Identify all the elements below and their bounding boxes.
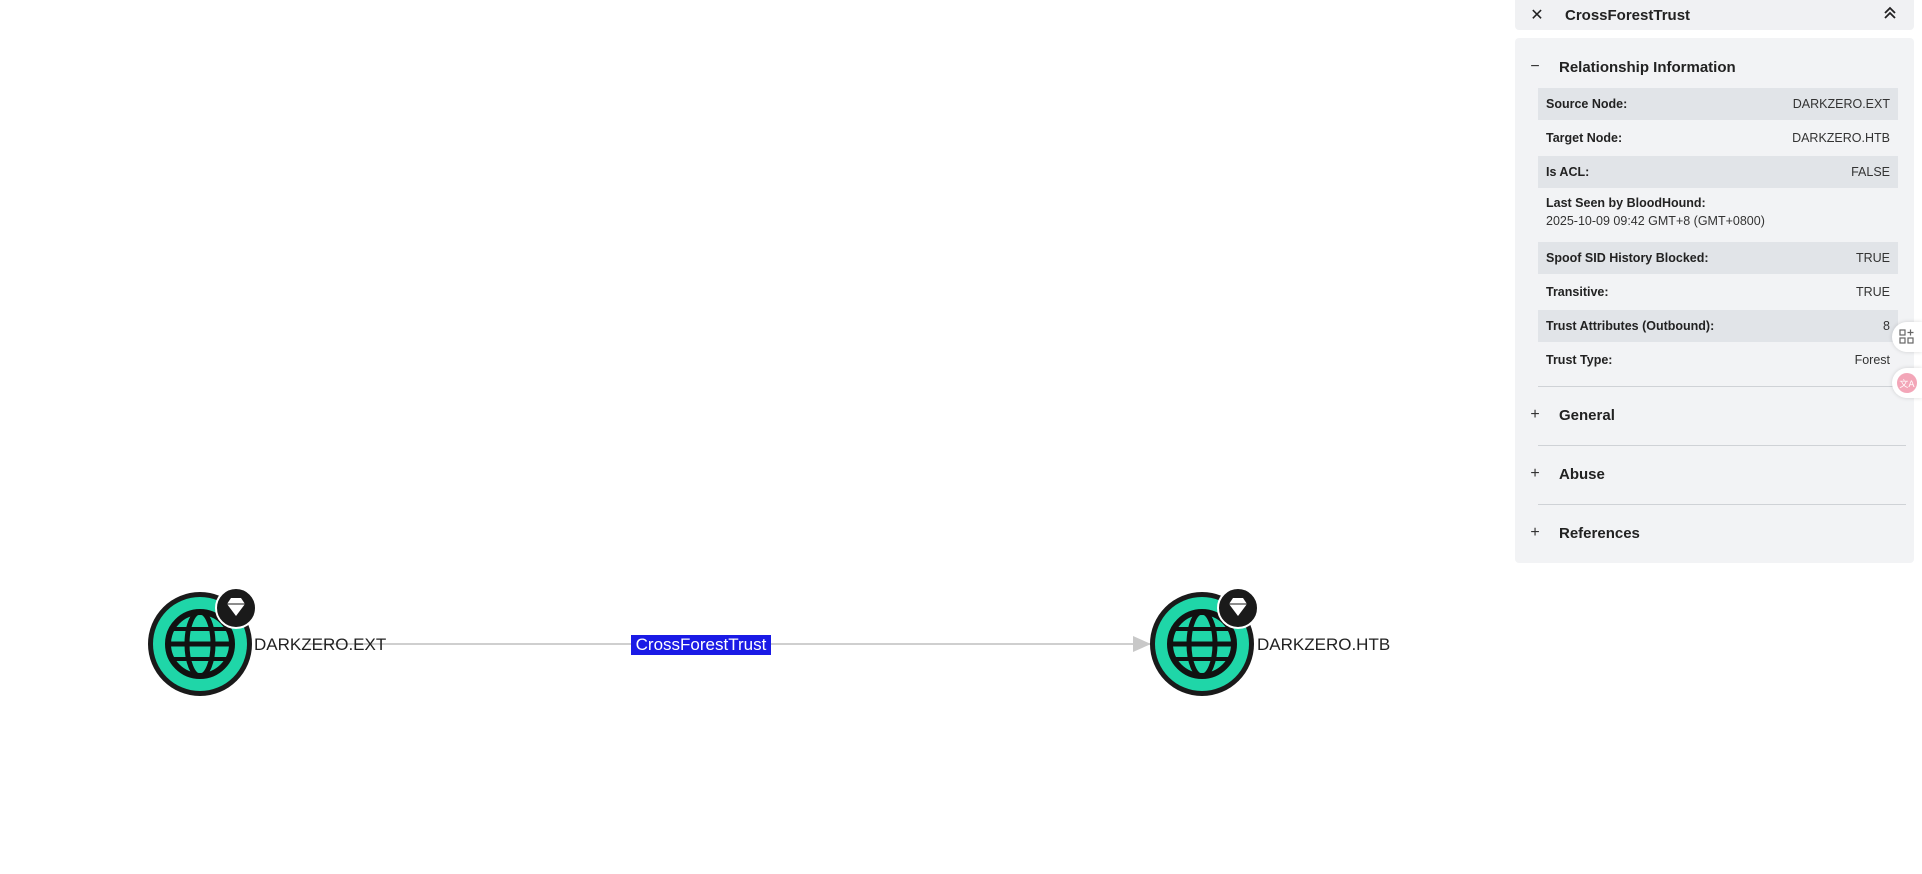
prop-key: Transitive:: [1546, 285, 1609, 299]
grid-add-icon[interactable]: [1892, 322, 1922, 352]
section-label: Relationship Information: [1559, 58, 1736, 76]
prop-value: 8: [1883, 319, 1890, 333]
prop-key: Source Node:: [1546, 97, 1628, 111]
prop-trust-attributes: Trust Attributes (Outbound): 8: [1538, 310, 1898, 342]
section-references[interactable]: + References: [1515, 513, 1914, 553]
edge-crossforesttrust[interactable]: CrossForestTrust: [305, 635, 1151, 655]
prop-source-node: Source Node: DARKZERO.EXT: [1538, 88, 1898, 120]
edge-label[interactable]: CrossForestTrust: [636, 635, 767, 654]
prop-transitive: Transitive: TRUE: [1538, 276, 1898, 308]
prop-key: Is ACL:: [1546, 165, 1590, 179]
prop-spoof-sid: Spoof SID History Blocked: TRUE: [1538, 242, 1898, 274]
section-label: Abuse: [1559, 465, 1605, 483]
graph-canvas[interactable]: CrossForestTrust DARKZERO.EXT DARKZERO.H…: [0, 0, 1500, 874]
prop-value: TRUE: [1855, 285, 1890, 299]
divider: [1538, 386, 1906, 387]
translate-icon[interactable]: 文A: [1892, 368, 1922, 398]
divider: [1538, 504, 1906, 505]
plus-icon: +: [1530, 406, 1540, 423]
node-label-source: DARKZERO.EXT: [254, 635, 386, 654]
prop-value: Forest: [1854, 353, 1890, 367]
prop-value: TRUE: [1855, 251, 1890, 265]
panel-header: ✕ CrossForestTrust: [1515, 0, 1914, 30]
plus-icon: +: [1530, 524, 1540, 541]
section-general[interactable]: + General: [1515, 395, 1914, 435]
svg-text:文A: 文A: [1899, 378, 1915, 390]
prop-last-seen: Last Seen by BloodHound: 2025-10-09 09:4…: [1538, 190, 1898, 240]
section-label: General: [1559, 406, 1615, 424]
node-source[interactable]: DARKZERO.EXT: [148, 587, 386, 696]
prop-value: DARKZERO.HTB: [1792, 131, 1890, 145]
prop-key: Target Node:: [1546, 131, 1623, 145]
prop-value: 2025-10-09 09:42 GMT+8 (GMT+0800): [1546, 214, 1765, 228]
panel-title: CrossForestTrust: [1565, 6, 1691, 24]
prop-key: Spoof SID History Blocked:: [1546, 251, 1709, 265]
divider: [1538, 445, 1906, 446]
close-icon[interactable]: ✕: [1527, 5, 1547, 25]
minus-icon: −: [1530, 58, 1540, 75]
section-label: References: [1559, 524, 1640, 542]
section-relationship-info[interactable]: − Relationship Information: [1515, 47, 1914, 87]
prop-key: Last Seen by BloodHound:: [1546, 196, 1706, 210]
prop-key: Trust Type:: [1546, 353, 1613, 367]
gem-icon: [1217, 587, 1259, 629]
prop-key: Trust Attributes (Outbound):: [1546, 319, 1715, 333]
prop-is-acl: Is ACL: FALSE: [1538, 156, 1898, 188]
node-label-target: DARKZERO.HTB: [1257, 635, 1390, 654]
prop-trust-type: Trust Type: Forest: [1538, 344, 1898, 376]
prop-target-node: Target Node: DARKZERO.HTB: [1538, 122, 1898, 154]
prop-value: DARKZERO.EXT: [1792, 97, 1890, 111]
edge-info-panel: − Relationship Information Source Node: …: [1515, 38, 1914, 563]
double-chevron-up-icon[interactable]: [1880, 6, 1900, 25]
node-target[interactable]: DARKZERO.HTB: [1150, 587, 1390, 696]
gem-icon: [215, 587, 257, 629]
plus-icon: +: [1530, 465, 1540, 482]
section-abuse[interactable]: + Abuse: [1515, 454, 1914, 494]
prop-value: FALSE: [1851, 165, 1890, 179]
